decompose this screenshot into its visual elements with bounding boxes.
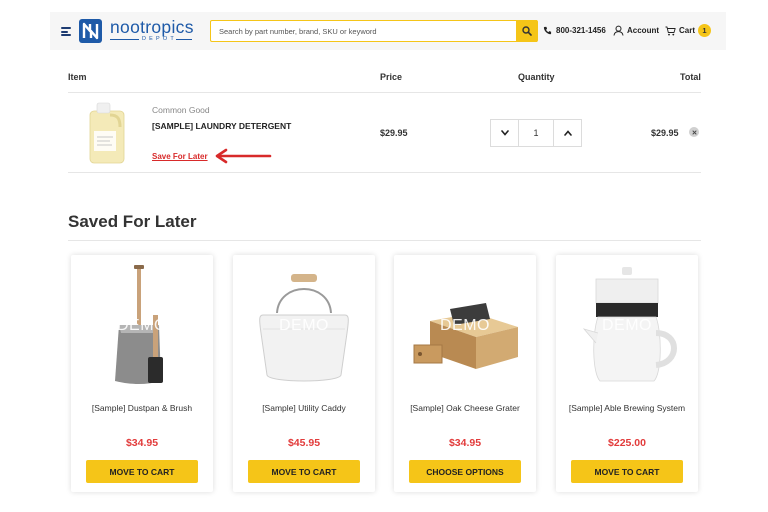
demo-watermark: DEMO (602, 317, 652, 334)
saved-for-later-title: Saved For Later (68, 212, 197, 231)
move-to-cart-button[interactable]: MOVE TO CART (571, 460, 683, 483)
saved-item-name[interactable]: [Sample] Able Brewing System (562, 401, 692, 415)
saved-item-price: $45.95 (287, 437, 321, 449)
saved-item-price: $225.00 (608, 437, 646, 449)
cart-icon (665, 26, 676, 35)
logo-text[interactable]: nootropics (110, 18, 194, 36)
site-header: nootropics DEPOT 800-321-1456 Account Ca… (50, 12, 726, 50)
phone-link[interactable]: 800-321-1456 (543, 26, 606, 35)
demo-watermark: DEMO (279, 317, 329, 334)
column-header-total: Total (680, 72, 701, 82)
phone-icon (543, 26, 552, 35)
logo-mark-icon[interactable] (79, 19, 102, 43)
saved-item-price: $34.95 (125, 437, 159, 449)
quantity-decrease-button[interactable] (491, 120, 518, 146)
laundry-detergent-image[interactable] (86, 101, 126, 164)
logo-rule-right (176, 39, 192, 40)
saved-item-card: DEMO [Sample] Dustpan & Brush $34.95 MOV… (71, 255, 213, 492)
logo-rule-left (110, 39, 139, 40)
item-price: $29.95 (380, 128, 408, 138)
cart-count-badge: 1 (698, 24, 712, 37)
column-header-item: Item (68, 72, 87, 82)
save-for-later-link[interactable]: Save For Later (152, 152, 208, 161)
saved-item-name[interactable]: [Sample] Dustpan & Brush (77, 401, 207, 415)
column-header-price: Price (380, 72, 403, 82)
search-input[interactable] (211, 21, 537, 42)
column-header-quantity: Quantity (518, 72, 555, 82)
logo-sub: DEPOT (142, 36, 177, 42)
saved-item-name[interactable]: [Sample] Oak Cheese Grater (400, 401, 530, 415)
product-name[interactable]: [SAMPLE] LAUNDRY DETERGENT (152, 121, 291, 131)
cart-label: Cart (679, 26, 696, 35)
quantity-value[interactable]: 1 (518, 120, 554, 146)
quantity-increase-button[interactable] (554, 120, 581, 146)
table-row-divider (68, 172, 701, 173)
chevron-up-icon (563, 130, 572, 136)
search-box (210, 20, 537, 42)
arrow-left-icon (215, 148, 272, 164)
move-to-cart-button[interactable]: MOVE TO CART (86, 460, 198, 483)
saved-item-price: $34.95 (448, 437, 482, 449)
search-icon (522, 26, 532, 36)
saved-item-card: DEMO [Sample] Utility Caddy $45.95 MOVE … (233, 255, 375, 492)
saved-item-name[interactable]: [Sample] Utility Caddy (239, 401, 369, 415)
remove-item-button[interactable] (689, 127, 699, 137)
product-brand: Common Good (152, 105, 210, 115)
choose-options-button[interactable]: CHOOSE OPTIONS (409, 460, 521, 483)
demo-watermark: DEMO (117, 317, 167, 334)
quantity-stepper: 1 (490, 119, 582, 147)
cart-link[interactable]: Cart 1 (665, 24, 712, 37)
phone-number: 800-321-1456 (556, 26, 606, 35)
account-link[interactable]: Account (613, 25, 659, 36)
move-to-cart-button[interactable]: MOVE TO CART (248, 460, 360, 483)
chevron-down-icon (500, 130, 509, 136)
demo-watermark: DEMO (440, 317, 490, 334)
user-icon (613, 25, 624, 36)
saved-item-card: DEMO [Sample] Able Brewing System $225.0… (556, 255, 698, 492)
close-icon (691, 129, 697, 135)
table-header-divider (68, 92, 701, 93)
item-total: $29.95 (651, 128, 679, 138)
account-label: Account (627, 26, 659, 35)
section-divider (68, 240, 701, 241)
menu-icon[interactable] (61, 27, 71, 36)
search-button[interactable] (516, 20, 538, 42)
saved-item-card: DEMO [Sample] Oak Cheese Grater $34.95 C… (394, 255, 536, 492)
